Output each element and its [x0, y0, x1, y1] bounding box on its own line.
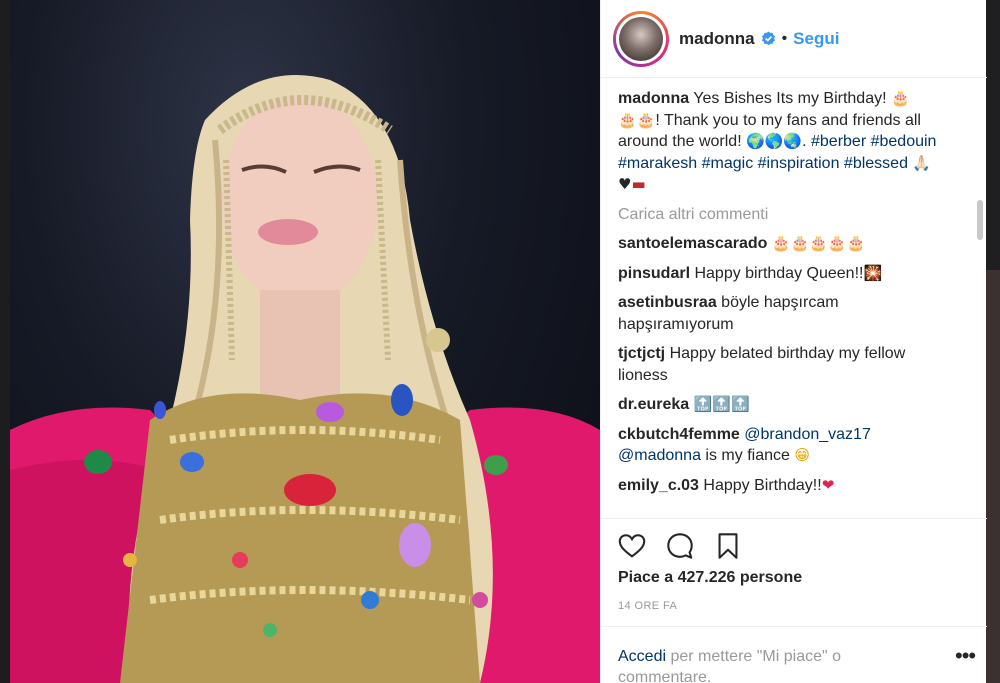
header-username[interactable]: madonna [679, 29, 755, 49]
comment-item: emily_c.03 Happy Birthday!!❤ [618, 475, 958, 497]
comment-username[interactable]: asetinbusraa [618, 294, 717, 311]
comment-username[interactable]: ckbutch4femme [618, 426, 740, 443]
divider [601, 518, 987, 519]
likes-count[interactable]: Piace a 427.226 persone [618, 569, 802, 587]
comment-text: Happy birthday Queen!! [690, 264, 864, 282]
comment-username[interactable]: dr.eureka [618, 396, 689, 413]
comment-item: asetinbusraa böyle hapşırcam hapşıramıyo… [618, 292, 958, 335]
avatar-story-ring[interactable] [613, 10, 669, 67]
comment-item: ckbutch4femme @brandon_vaz17 @madonna is … [618, 424, 958, 467]
comment-username[interactable]: pinsudarl [618, 265, 690, 282]
cake-emoji-icon: 🎂🎂 [618, 110, 656, 129]
comment-username[interactable]: tjctjctj [618, 345, 665, 362]
post-actions-bar [617, 530, 973, 562]
page-backdrop-right [986, 0, 1000, 683]
red-heart-emoji-icon: ❤ [821, 475, 835, 494]
hashtag-link[interactable]: #blessed [844, 155, 908, 172]
divider [601, 626, 987, 627]
load-more-comments-button[interactable]: Carica altri commenti [618, 204, 958, 226]
cake-emoji-icon: 🎂 [891, 89, 910, 107]
follow-button[interactable]: Segui [793, 29, 839, 49]
hashtag-link[interactable]: #inspiration [758, 155, 840, 172]
post-header: madonna • Segui [601, 0, 987, 78]
page-backdrop-left [0, 0, 10, 683]
caption-text: Yes Bishes Its my Birthday! [689, 90, 891, 107]
comment-username[interactable]: emily_c.03 [618, 477, 699, 494]
hashtag-link[interactable]: #marakesh [618, 155, 697, 172]
post-side-panel: madonna • Segui madonna Yes Bishes Its m… [600, 0, 987, 683]
caption: madonna Yes Bishes Its my Birthday! 🎂 🎂🎂!… [618, 88, 958, 196]
post-timestamp: 14 ORE FA [618, 600, 678, 612]
comments-scrollbar[interactable] [977, 200, 983, 240]
hashtag-link[interactable]: #berber [811, 133, 866, 150]
comment-text: is my fiance [700, 447, 795, 464]
flag-emoji-icon: ▬ [631, 175, 646, 193]
header-separator: • [781, 29, 788, 47]
avatar[interactable] [619, 16, 663, 61]
fireworks-emoji-icon: 🎇 [863, 263, 883, 282]
comment-username[interactable]: santoelemascarado [618, 235, 767, 252]
comment-icon[interactable] [665, 531, 695, 561]
mention-link[interactable]: @brandon_vaz17 [744, 426, 871, 443]
caption-text: . [802, 133, 811, 150]
caption-username[interactable]: madonna [618, 90, 689, 107]
comment-item: dr.eureka 🔝🔝🔝 [618, 394, 958, 416]
comments-list[interactable]: madonna Yes Bishes Its my Birthday! 🎂 🎂🎂!… [618, 88, 958, 516]
cake-emoji-icon: 🎂🎂🎂🎂🎂 [771, 234, 866, 252]
more-options-icon[interactable]: ••• [955, 643, 976, 669]
hashtag-link[interactable]: #magic [702, 155, 754, 172]
mention-link[interactable]: @madonna [618, 447, 701, 464]
post-photo[interactable] [10, 0, 600, 683]
login-prompt: Accedi per mettere "Mi piace" o commenta… [618, 646, 888, 683]
bookmark-icon[interactable] [713, 531, 743, 561]
heart-icon[interactable] [617, 531, 647, 561]
top-emoji-icon: 🔝🔝🔝 [693, 395, 750, 413]
verified-badge-icon [761, 31, 775, 46]
comment-text: Happy Birthday!! [698, 476, 822, 494]
comment-item: pinsudarl Happy birthday Queen!!🎇 [618, 263, 958, 285]
globe-emoji-icon: 🌍🌎🌏 [746, 132, 803, 150]
post-photo-illustration [10, 75, 600, 683]
hashtag-link[interactable]: #bedouin [871, 133, 937, 150]
comment-item: santoelemascarado 🎂🎂🎂🎂🎂 [618, 233, 958, 255]
comment-item: tjctjctj Happy belated birthday my fello… [618, 343, 958, 386]
grin-emoji-icon: 😁 [794, 446, 810, 464]
login-link[interactable]: Accedi [618, 648, 666, 665]
